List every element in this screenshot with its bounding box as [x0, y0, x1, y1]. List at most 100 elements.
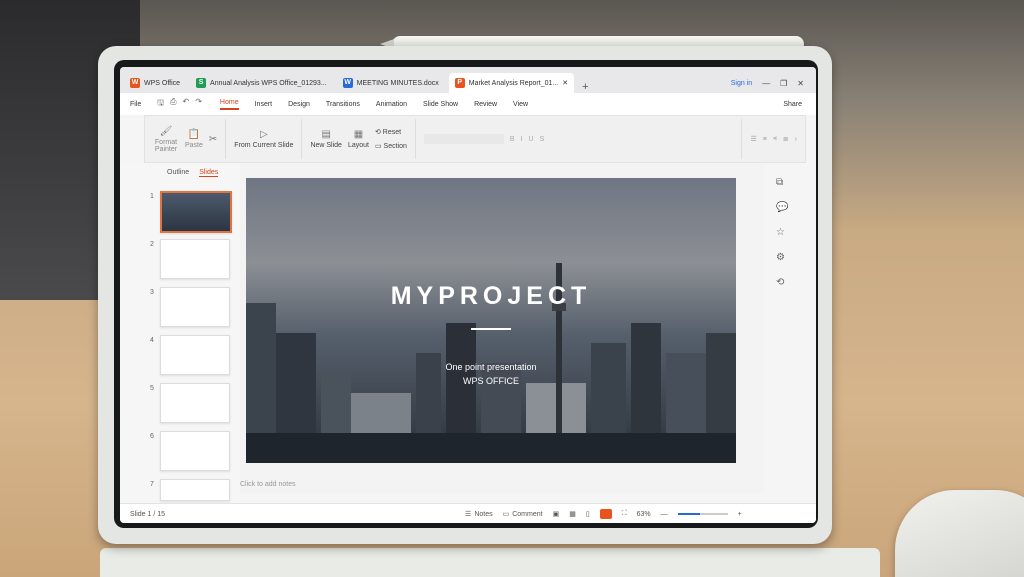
title-divider [471, 328, 511, 330]
strikethrough-icon[interactable]: S [540, 136, 545, 143]
slides-group: ▤ New Slide ▦ Layout ⟲ Reset ▭ Section [302, 119, 416, 159]
font-group: B I U S [416, 119, 743, 159]
slides-tab[interactable]: Slides [199, 169, 219, 177]
paste-button[interactable]: 📋 Paste [185, 129, 203, 149]
zoom-in-icon[interactable]: + [738, 511, 742, 518]
tab-annual-analysis[interactable]: S Annual Analysis WPS Office_01293... [190, 73, 333, 93]
comment-icon[interactable]: 💬 [776, 202, 788, 213]
redo-icon[interactable]: ↷ [195, 97, 202, 111]
wps-logo-icon: W [130, 78, 140, 88]
undo-icon[interactable]: ↶ [183, 97, 190, 111]
zoom-out-icon[interactable]: — [661, 511, 668, 518]
underline-icon[interactable]: U [529, 136, 534, 143]
bold-icon[interactable]: B [510, 136, 515, 143]
layout-label: Layout [347, 142, 369, 149]
bullets-icon[interactable]: ☰ [750, 135, 756, 143]
clipboard-icon: 📋 [187, 129, 201, 140]
play-circle-icon: ▷ [260, 129, 268, 140]
sign-in-link[interactable]: Sign in [731, 80, 752, 87]
font-name-field[interactable] [423, 134, 504, 144]
tab-home[interactable]: Home [219, 99, 239, 110]
mouse [895, 490, 1024, 577]
print-icon[interactable]: ⎙ [170, 97, 176, 111]
paste-label: Paste [185, 142, 203, 149]
slide-thumbnail-2[interactable] [160, 239, 230, 279]
presentation-icon: P [454, 78, 465, 88]
paragraph-group: ☰ ≡ ⫷ ≣ › [742, 119, 805, 159]
notes-placeholder[interactable]: Click to add notes [240, 481, 296, 488]
tab-review[interactable]: Review [474, 101, 497, 108]
save-icon[interactable]: 🖫 [157, 97, 164, 111]
slide-subtitle[interactable]: One point presentation WPS OFFICE [246, 360, 736, 388]
tablet-screen: W WPS Office S Annual Analysis WPS Offic… [120, 67, 816, 523]
slide-thumbnail-7[interactable] [160, 479, 230, 501]
zoom-level[interactable]: 63% [637, 511, 651, 518]
normal-view-icon[interactable]: ▣ [553, 510, 560, 518]
format-painter-button[interactable]: 🖌 Format Painter [153, 126, 179, 153]
minimize-icon[interactable]: — [762, 79, 770, 88]
from-current-slide-button[interactable]: ▷ From Current Slide [234, 129, 293, 149]
menu-bar: File 🖫 ⎙ ↶ ↷ Home Insert Design Transiti… [120, 93, 816, 115]
document-tab-bar: W WPS Office S Annual Analysis WPS Offic… [120, 67, 816, 93]
tab-view[interactable]: View [513, 101, 528, 108]
menu-file[interactable]: File [130, 101, 141, 108]
reset-label: Reset [382, 129, 402, 136]
cut-icon[interactable]: ✂ [209, 134, 217, 145]
new-tab-icon[interactable]: + [582, 81, 588, 93]
current-slide-canvas[interactable]: MYPROJECT One point presentation WPS OFF… [246, 178, 736, 463]
italic-icon[interactable]: I [521, 136, 523, 143]
tab-meeting-minutes[interactable]: W MEETING MINUTES.docx [337, 73, 445, 93]
outline-tab[interactable]: Outline [167, 169, 189, 177]
tab-animation[interactable]: Animation [376, 101, 407, 108]
fit-icon[interactable]: ⛶ [622, 510, 627, 518]
align-center-icon[interactable]: ≣ [783, 135, 789, 143]
status-bar: Slide 1 / 15 ☰ Notes ▭ Comment ▣ ▦ ▯ ⛶ 6… [120, 503, 816, 523]
copy-icon[interactable]: ⧉ [776, 177, 788, 188]
slides-panel: Outline Slides 1 2 3 4 5 6 7 [120, 163, 240, 503]
new-slide-button[interactable]: ▤ New Slide [310, 129, 342, 149]
tab-wps-office[interactable]: W WPS Office [124, 73, 186, 93]
slide-title[interactable]: MYPROJECT [246, 282, 736, 311]
tab-slide-show[interactable]: Slide Show [423, 101, 458, 108]
close-icon[interactable]: ✕ [562, 79, 568, 87]
tab-insert[interactable]: Insert [255, 101, 273, 108]
subtitle-line-1: One point presentation [445, 362, 537, 372]
new-slide-icon: ▤ [321, 129, 331, 140]
history-icon[interactable]: ⟲ [776, 277, 788, 288]
comment-button[interactable]: ▭ Comment [503, 510, 543, 519]
slide-thumbnail-4[interactable] [160, 335, 230, 375]
zoom-slider[interactable] [677, 513, 728, 515]
ribbon-toolbar: 🖌 Format Painter 📋 Paste ✂ ▷ From Curren… [144, 115, 806, 163]
slide-number: 1 [150, 193, 154, 200]
tab-transitions[interactable]: Transitions [326, 101, 360, 108]
document-icon: W [342, 78, 353, 88]
notes-button[interactable]: ☰ Notes [465, 510, 493, 519]
slide-number: 6 [150, 433, 154, 440]
numbering-icon[interactable]: ≡ [763, 136, 767, 143]
more-chevron-icon[interactable]: › [795, 136, 797, 143]
restore-icon[interactable]: ❐ [780, 79, 787, 88]
tab-market-analysis[interactable]: P Market Analysis Report_01... ✕ [448, 73, 575, 93]
tab-design[interactable]: Design [288, 101, 310, 108]
tab-label: MEETING MINUTES.docx [356, 79, 439, 87]
from-current-slide-label: From Current Slide [234, 142, 294, 149]
settings-icon[interactable]: ⚙ [776, 252, 788, 263]
reset-button[interactable]: ⟲ Reset [375, 128, 407, 136]
reading-view-icon[interactable]: ▯ [586, 510, 590, 518]
layout-button[interactable]: ▦ Layout [348, 129, 369, 149]
close-window-icon[interactable]: ✕ [797, 79, 804, 88]
section-button[interactable]: ▭ Section [375, 142, 407, 150]
section-label: Section [383, 143, 407, 150]
align-left-icon[interactable]: ⫷ [773, 135, 777, 143]
star-icon[interactable]: ☆ [776, 227, 788, 238]
slide-thumbnail-6[interactable] [160, 431, 230, 471]
right-tool-rail: ⧉ 💬 ☆ ⚙ ⟲ [776, 177, 788, 288]
spreadsheet-icon: S [196, 78, 207, 88]
slide-thumbnail-1[interactable] [160, 191, 232, 233]
format-painter-label: Format Painter [154, 138, 178, 153]
share-button[interactable]: Share [783, 101, 802, 108]
slide-thumbnail-5[interactable] [160, 383, 230, 423]
grid-view-icon[interactable]: ▦ [569, 510, 576, 518]
slide-thumbnail-3[interactable] [160, 287, 230, 327]
play-slideshow-button[interactable] [599, 509, 612, 519]
